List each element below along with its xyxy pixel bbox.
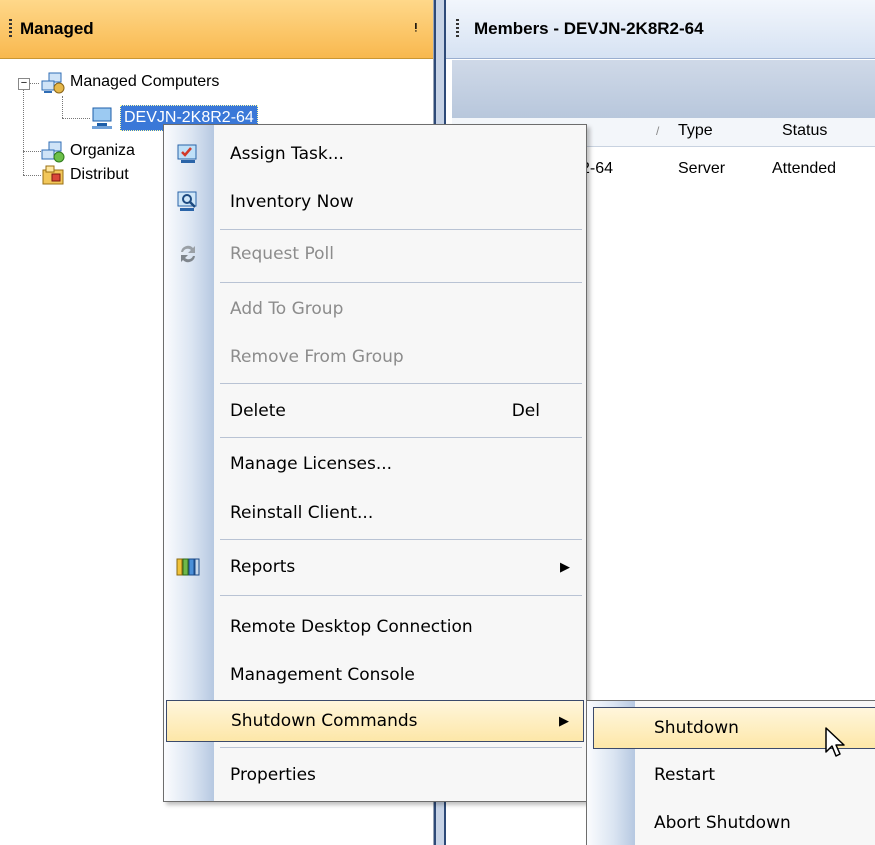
menu-item-label: Manage Licenses... — [230, 454, 393, 474]
sort-indicator-icon: / — [656, 124, 660, 138]
menu-item-reinstall-client[interactable]: Reinstall Client... — [166, 491, 584, 535]
menu-item-label: Inventory Now — [230, 192, 354, 212]
tree-node-managed-computers[interactable]: Managed Computers — [40, 71, 440, 97]
menu-separator — [220, 539, 582, 540]
menu-item-inventory-now[interactable]: Inventory Now — [166, 180, 584, 224]
column-header-type[interactable]: Type — [678, 122, 713, 140]
row-cell-status[interactable]: Attended — [772, 160, 836, 178]
tree-node-distribution[interactable]: Distribut — [40, 164, 170, 188]
tree-node-label: Distribut — [70, 166, 129, 183]
tree-connector — [62, 118, 90, 119]
menu-item-label: Abort Shutdown — [654, 813, 791, 833]
menu-item-manage-licenses[interactable]: Manage Licenses... — [166, 442, 584, 486]
submenu-item-abort-shutdown[interactable]: Abort Shutdown — [593, 801, 875, 845]
managed-pane-header: Managed ᵎ — [0, 0, 433, 59]
row-cell-type[interactable]: Server — [678, 160, 725, 178]
tree-connector — [23, 151, 41, 152]
menu-item-reports[interactable]: Reports ▶ — [166, 545, 584, 589]
menu-item-label: Reinstall Client... — [230, 503, 374, 523]
menu-item-request-poll[interactable]: Request Poll — [166, 232, 584, 276]
group-by-band — [452, 60, 875, 118]
menu-item-label: Shutdown Commands — [231, 711, 418, 731]
members-pane-header: Members - DEVJN-2K8R2-64 — [446, 0, 875, 59]
submenu-arrow-icon: ▶ — [559, 713, 569, 728]
menu-separator — [220, 747, 582, 748]
menu-item-delete[interactable]: Delete Del — [166, 389, 584, 433]
menu-item-label: Remote Desktop Connection — [230, 617, 473, 637]
drag-grip-icon[interactable] — [9, 19, 12, 39]
refresh-icon — [181, 245, 195, 263]
menu-separator — [220, 229, 582, 230]
tree-node-label: Managed Computers — [70, 73, 220, 90]
pin-icon[interactable]: ᵎ — [415, 0, 417, 58]
menu-item-remote-desktop-connection[interactable]: Remote Desktop Connection — [166, 605, 584, 649]
menu-separator — [220, 383, 582, 384]
drag-grip-icon[interactable] — [456, 19, 459, 39]
menu-item-remove-from-group[interactable]: Remove From Group — [166, 335, 584, 379]
managed-pane-title: Managed — [20, 19, 94, 38]
menu-item-label: Shutdown — [654, 718, 739, 738]
menu-separator — [220, 282, 582, 283]
mouse-cursor-icon — [825, 727, 845, 757]
menu-item-label: Add To Group — [230, 299, 344, 319]
menu-item-label: Management Console — [230, 665, 415, 685]
tree-connector — [62, 96, 63, 118]
assign-task-icon — [177, 144, 197, 163]
computer-group-icon — [41, 72, 65, 94]
menu-item-label: Delete — [230, 401, 286, 421]
menu-item-label: Assign Task... — [230, 144, 344, 164]
shutdown-submenu: Shutdown Restart Abort Shutdown — [586, 700, 875, 845]
reports-icon — [176, 558, 200, 576]
menu-item-add-to-group[interactable]: Add To Group — [166, 287, 584, 331]
tree-connector — [23, 175, 41, 176]
tree-collapse-toggle[interactable]: − — [18, 78, 30, 90]
menu-separator — [220, 437, 582, 438]
menu-item-label: Restart — [654, 765, 716, 785]
context-menu: Assign Task... Inventory Now Request Pol… — [163, 124, 587, 802]
tree-connector — [29, 83, 39, 84]
menu-item-shortcut: Del — [511, 401, 540, 421]
tree-node-label: Organiza — [70, 142, 135, 159]
menu-item-label: Properties — [230, 765, 316, 785]
inventory-icon — [177, 191, 197, 211]
menu-item-properties[interactable]: Properties — [166, 753, 584, 797]
menu-item-assign-task[interactable]: Assign Task... — [166, 132, 584, 176]
members-pane-title: Members - DEVJN-2K8R2-64 — [474, 19, 704, 38]
menu-separator — [220, 595, 582, 596]
organization-icon — [41, 141, 65, 163]
menu-item-label: Remove From Group — [230, 347, 404, 367]
computer-icon — [92, 107, 112, 129]
menu-item-shutdown-commands[interactable]: Shutdown Commands ▶ — [166, 700, 584, 742]
menu-item-management-console[interactable]: Management Console — [166, 653, 584, 697]
submenu-arrow-icon: ▶ — [560, 559, 570, 574]
menu-item-label: Request Poll — [230, 244, 334, 264]
tree-node-organizations[interactable]: Organiza — [40, 140, 170, 164]
tree-connector — [23, 89, 24, 175]
menu-item-label: Reports — [230, 557, 296, 577]
distribution-icon — [42, 165, 64, 185]
column-header-status[interactable]: Status — [782, 122, 827, 140]
